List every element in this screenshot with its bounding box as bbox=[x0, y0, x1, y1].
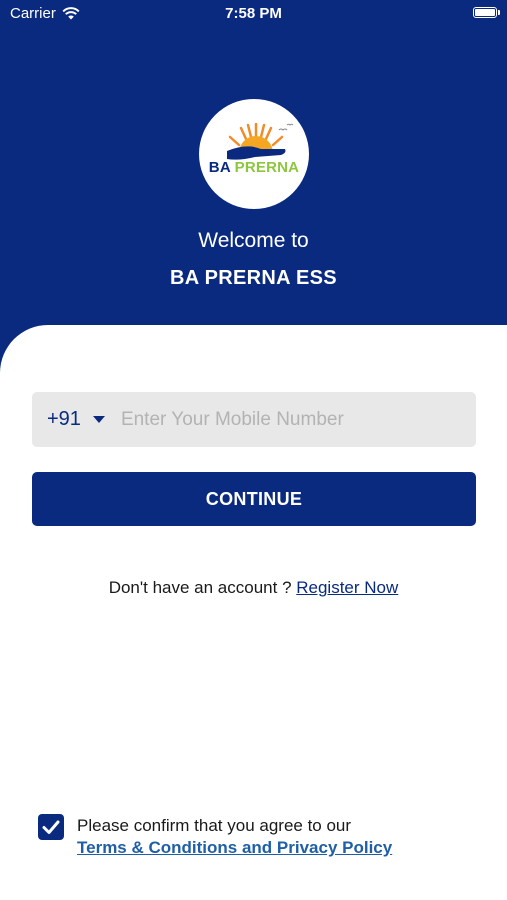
country-code-selector[interactable]: +91 bbox=[47, 408, 105, 431]
battery-icon bbox=[473, 7, 500, 18]
chevron-down-icon bbox=[92, 416, 105, 423]
status-time: 7:58 PM bbox=[225, 5, 282, 22]
register-now-link[interactable]: Register Now bbox=[296, 578, 398, 597]
status-bar: Carrier 7:58 PM bbox=[0, 0, 507, 28]
logo-word-ba: BA bbox=[208, 159, 231, 176]
welcome-text: Welcome to bbox=[198, 229, 309, 252]
register-row: Don't have an account ? Register Now bbox=[0, 578, 507, 598]
continue-button[interactable]: CONTINUE bbox=[32, 472, 476, 526]
phone-field: +91 bbox=[32, 392, 476, 447]
register-prompt: Don't have an account ? bbox=[108, 578, 297, 597]
logo-word-prerna: PRERNA bbox=[234, 159, 300, 176]
terms-prompt: Please confirm that you agree to our bbox=[77, 816, 352, 835]
mobile-number-input[interactable] bbox=[118, 407, 476, 432]
checkmark-icon bbox=[42, 820, 60, 834]
sun-logo-icon bbox=[227, 122, 294, 160]
terms-link[interactable]: Terms & Conditions and Privacy Policy bbox=[77, 838, 392, 858]
terms-checkbox[interactable] bbox=[38, 814, 64, 840]
app-logo: BA PRERNA bbox=[199, 99, 309, 209]
app-name: BA PRERNA ESS bbox=[170, 267, 337, 289]
country-code-value: +91 bbox=[47, 408, 81, 430]
logo-wordmark: BA PRERNA bbox=[199, 159, 309, 176]
